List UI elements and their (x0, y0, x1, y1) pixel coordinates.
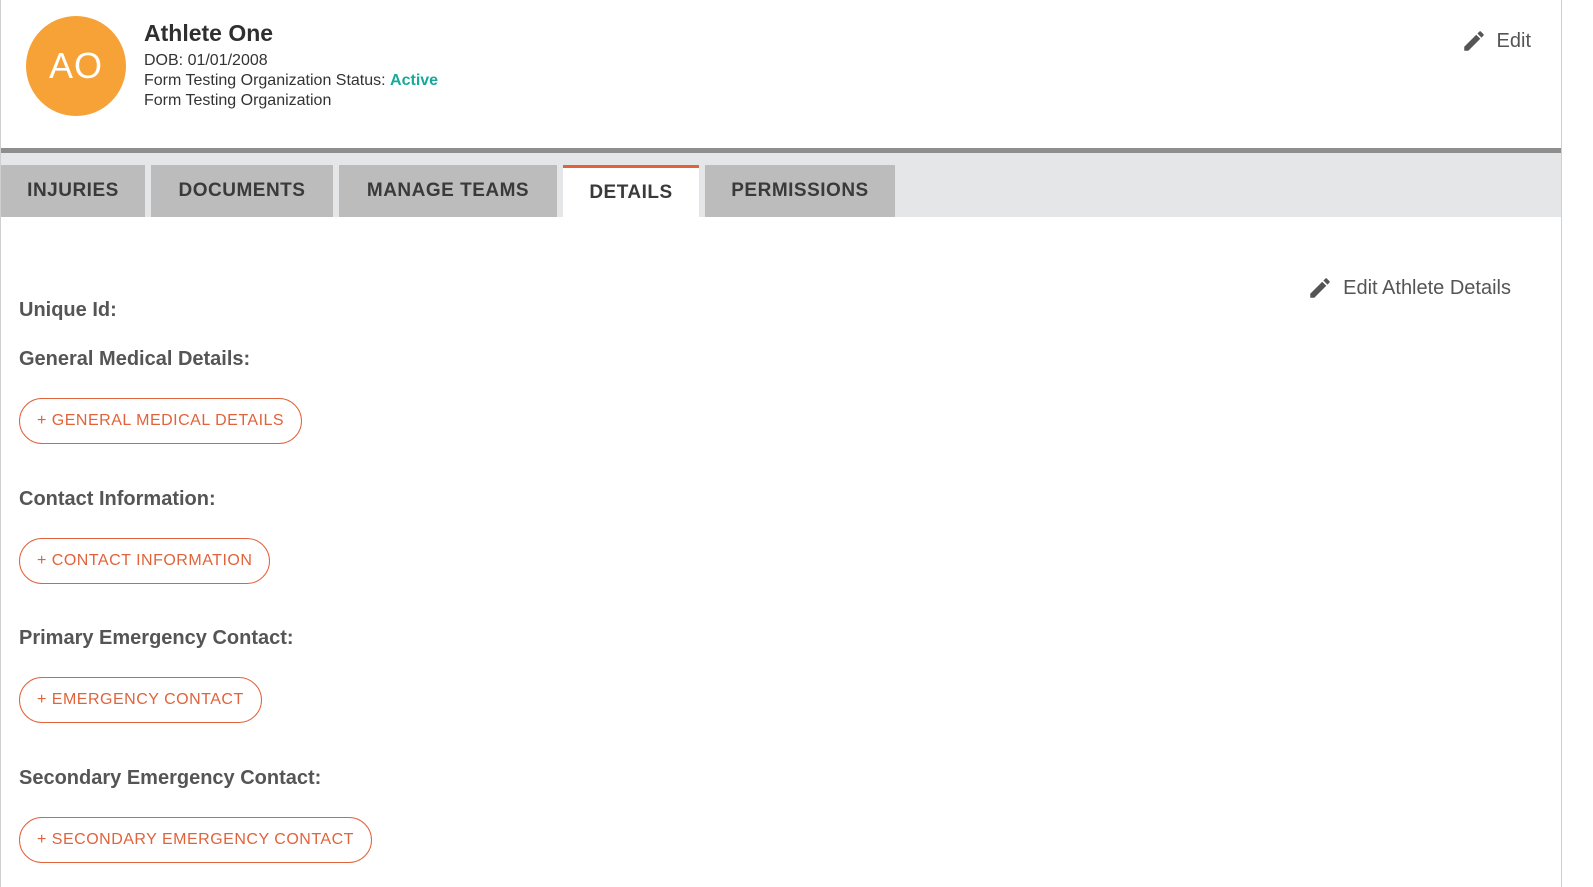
athlete-info: Athlete One DOB: 01/01/2008 Form Testing… (144, 20, 438, 111)
general-medical-label: General Medical Details: (19, 348, 251, 370)
tab-manage-teams[interactable]: MANAGE TEAMS (339, 165, 557, 217)
secondary-emergency-contact-label: Secondary Emergency Contact: (19, 767, 322, 789)
athlete-header: AO Athlete One DOB: 01/01/2008 Form Test… (1, 0, 1561, 153)
edit-label: Edit (1496, 29, 1531, 52)
avatar-initials: AO (48, 45, 103, 86)
tab-injuries[interactable]: INJURIES (1, 165, 145, 217)
tab-bar: INJURIES DOCUMENTS MANAGE TEAMS DETAILS … (1, 153, 1561, 217)
edit-athlete-details-button[interactable]: Edit Athlete Details (1307, 275, 1511, 301)
pencil-icon (1310, 278, 1330, 298)
pencil-icon (1463, 31, 1484, 51)
tab-details[interactable]: DETAILS (563, 165, 699, 217)
add-emergency-contact-button[interactable]: + EMERGENCY CONTACT (19, 677, 262, 723)
edit-athlete-details-label: Edit Athlete Details (1343, 276, 1511, 299)
status-prefix: Form Testing Organization Status: (144, 72, 391, 89)
tab-permissions[interactable]: PERMISSIONS (705, 165, 895, 217)
athlete-profile-page: AO Athlete One DOB: 01/01/2008 Form Test… (0, 0, 1562, 887)
tab-documents[interactable]: DOCUMENTS (151, 165, 333, 217)
athlete-status-line: Form Testing Organization Status: Active (144, 71, 438, 91)
add-secondary-emergency-contact-button[interactable]: + SECONDARY EMERGENCY CONTACT (19, 817, 372, 863)
add-general-medical-button[interactable]: + GENERAL MEDICAL DETAILS (19, 398, 303, 444)
contact-information-label: Contact Information: (19, 488, 216, 510)
edit-athlete-button[interactable]: Edit (1461, 28, 1531, 54)
athlete-dob: DOB: 01/01/2008 (144, 52, 268, 69)
primary-emergency-contact-label: Primary Emergency Contact: (19, 627, 294, 649)
athlete-organization: Form Testing Organization (144, 92, 332, 109)
avatar: AO (26, 16, 126, 116)
status-badge: Active (390, 72, 439, 89)
athlete-name: Athlete One (144, 20, 274, 46)
add-contact-information-button[interactable]: + CONTACT INFORMATION (19, 538, 271, 584)
unique-id-label: Unique Id: (19, 299, 117, 321)
